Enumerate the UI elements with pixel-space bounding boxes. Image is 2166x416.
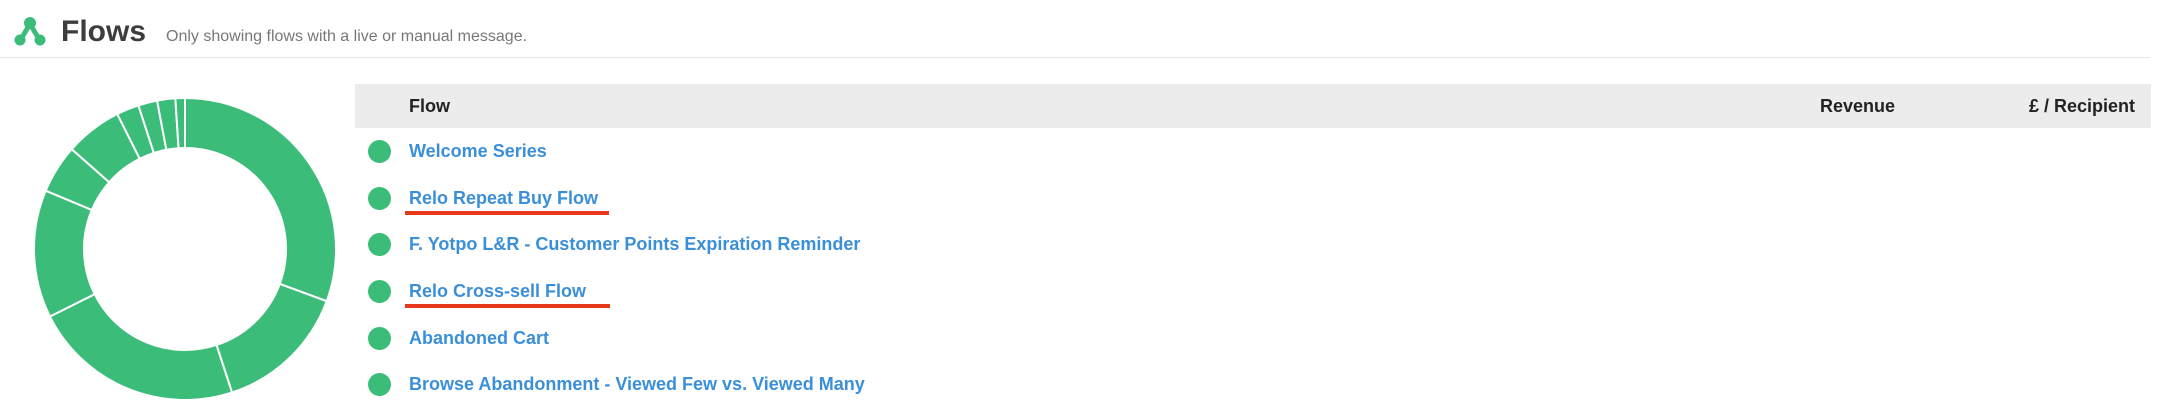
status-dot bbox=[368, 233, 391, 257]
annotation-underline bbox=[405, 304, 610, 308]
page-title: Flows bbox=[61, 15, 147, 48]
flow-link-abandoned-cart[interactable]: Abandoned Cart bbox=[409, 315, 549, 361]
column-header-per-recipient[interactable]: £ / Recipient bbox=[2029, 84, 2135, 128]
column-header-revenue[interactable]: Revenue bbox=[1820, 84, 1895, 128]
table-row: Relo Cross-sell Flow bbox=[355, 268, 2151, 315]
donut-slice-4[interactable] bbox=[33, 189, 96, 318]
table-row: Welcome Series bbox=[355, 128, 2151, 175]
flows-icon bbox=[14, 17, 46, 46]
donut-slice-2[interactable] bbox=[215, 282, 328, 394]
flows-table-body: Welcome Series Relo Repeat Buy Flow F. Y… bbox=[355, 128, 2151, 408]
flows-donut-chart bbox=[33, 96, 337, 401]
status-dot bbox=[368, 140, 391, 163]
flow-link-browse-abandonment[interactable]: Browse Abandonment - Viewed Few vs. View… bbox=[409, 361, 865, 407]
column-header-flow[interactable]: Flow bbox=[409, 84, 450, 128]
table-row: Browse Abandonment - Viewed Few vs. View… bbox=[355, 361, 2151, 408]
flow-link-welcome-series[interactable]: Welcome Series bbox=[409, 128, 547, 174]
status-dot bbox=[368, 280, 391, 304]
donut-slice-1[interactable] bbox=[184, 96, 337, 303]
page-subtitle: Only showing flows with a live or manual… bbox=[166, 28, 528, 45]
status-dot bbox=[368, 373, 391, 397]
donut-slice-3[interactable] bbox=[48, 292, 234, 401]
table-row: Relo Repeat Buy Flow bbox=[355, 175, 2151, 222]
table-row: Abandoned Cart bbox=[355, 315, 2151, 362]
status-dot bbox=[368, 326, 391, 350]
flow-link-yotpo-points-reminder[interactable]: F. Yotpo L&R - Customer Points Expiratio… bbox=[409, 221, 860, 267]
annotation-underline bbox=[405, 211, 609, 215]
page-header: Flows Only showing flows with a live or … bbox=[0, 0, 2150, 58]
status-dot bbox=[368, 186, 391, 210]
table-row: F. Yotpo L&R - Customer Points Expiratio… bbox=[355, 221, 2151, 268]
flows-table-header: Flow Revenue £ / Recipient bbox=[355, 84, 2151, 128]
